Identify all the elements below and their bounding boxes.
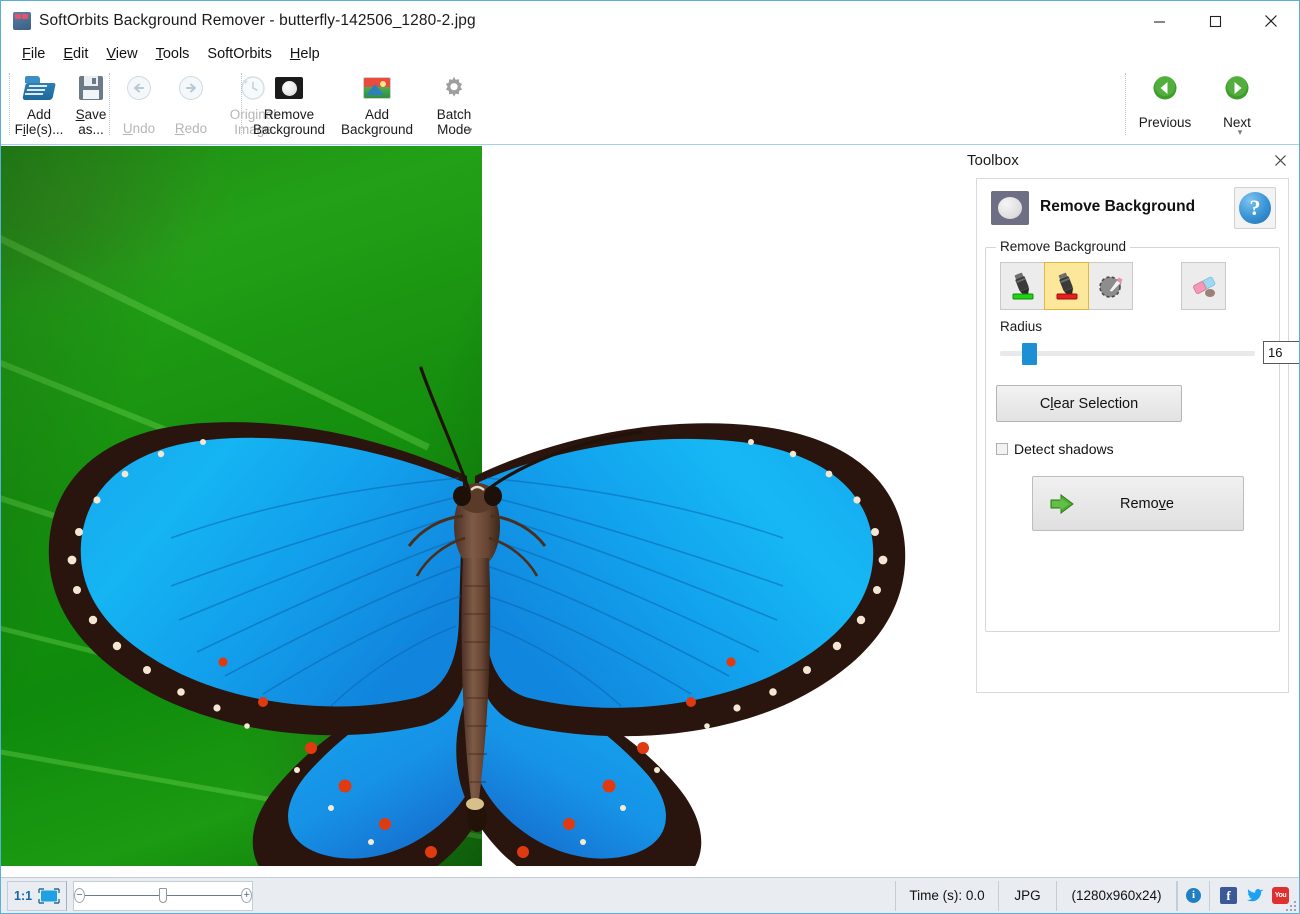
status-format: JPG [999,881,1057,911]
application-window: SoftOrbits Background Remover - butterfl… [0,0,1300,914]
toolbox-header-title: Remove Background [1040,198,1195,216]
add-files-line2: File(s)... [15,122,64,137]
group-legend: Remove Background [996,239,1130,254]
undo-label: Undo [123,121,155,136]
toolbox-title: Toolbox [967,152,1019,169]
zoom-ratio-group: 1:1 [7,881,67,911]
menu-item-tools[interactable]: Tools [147,44,199,64]
save-as-line1: Save [76,107,107,122]
remove-background-line1: Remove [264,107,314,122]
status-bar: 1:1 − + Time (s): 0.0 JPG (1280x960x24) [1,877,1299,913]
fit-to-window-icon[interactable] [38,888,60,904]
clear-selection-button[interactable]: Clear Selection [996,385,1182,422]
toolbox-panel: Toolbox Remove Background ? Remove Backg… [964,146,1299,879]
tool-eraser[interactable] [1181,262,1226,310]
radius-slider-track[interactable] [1000,351,1255,356]
radius-slider-thumb[interactable] [1022,343,1037,365]
maximize-button[interactable] [1187,1,1243,41]
minimize-button[interactable] [1131,1,1187,41]
info-icon[interactable]: i [1177,881,1209,911]
remove-bg-icon [275,73,303,103]
batch-mode-line1: Batch [437,107,472,122]
radius-input[interactable]: 16 [1263,341,1300,364]
zoom-slider[interactable]: − + [73,881,253,911]
remove-button[interactable]: Remove [1032,476,1244,531]
ribbon-toolbar: Add File(s)... Save as... [1,67,1299,145]
remove-background-line2: Background [253,122,325,137]
image-preview [1,146,963,866]
tool-green-marker[interactable] [1000,262,1045,310]
undo-button[interactable]: Undo [113,67,165,141]
nav-group-expander[interactable]: ▾ [1233,125,1247,139]
zoom-ratio-label[interactable]: 1:1 [14,889,32,903]
menu-item-view[interactable]: View [97,44,146,64]
open-folder-icon [24,73,54,103]
add-files-button[interactable]: Add File(s)... [13,67,65,141]
add-background-line2: Background [341,122,413,137]
add-background-button[interactable]: Add Background [333,67,421,141]
app-logo-icon [13,12,31,30]
menu-item-edit[interactable]: Edit [54,44,97,64]
zoom-slider-handle[interactable] [159,888,167,903]
butterfly-subject [1,146,963,866]
status-time: Time (s): 0.0 [895,881,999,911]
close-button[interactable] [1243,1,1299,41]
menu-item-softorbits[interactable]: SoftOrbits [198,44,280,64]
image-canvas[interactable] [1,146,963,879]
menu-item-help[interactable]: Help [281,44,329,64]
detect-shadows-label: Detect shadows [1014,441,1114,457]
remove-bg-thumbnail-icon [991,191,1029,225]
clear-selection-label: Clear Selection [1040,396,1138,412]
undo-arrow-icon [126,73,152,103]
status-dimensions: (1280x960x24) [1057,881,1177,911]
toolbox-header: Remove Background ? [977,179,1288,237]
tool-magic-wand[interactable] [1088,262,1133,310]
add-bg-photo-icon [363,73,391,103]
redo-arrow-icon [178,73,204,103]
red-marker-icon [1052,270,1082,302]
zoom-out-icon[interactable]: − [74,888,85,903]
menu-bar: FFileile Edit View Tools SoftOrbits Help [1,41,1299,67]
toolbox-title-bar: Toolbox [965,146,1300,174]
title-bar: SoftOrbits Background Remover - butterfl… [1,1,1299,41]
previous-button[interactable]: Previous [1129,67,1201,141]
remove-background-button[interactable]: Remove Background [245,67,333,141]
tool-red-marker[interactable] [1044,262,1089,310]
eraser-icon [1189,272,1219,300]
zoom-in-icon[interactable]: + [241,888,252,903]
radius-label: Radius [1000,319,1042,334]
green-left-arrow-icon [1152,73,1178,103]
add-background-line1: Add [365,107,389,122]
remove-background-group: Remove Background [985,247,1280,632]
facebook-icon[interactable]: f [1220,887,1237,904]
detect-shadows-checkbox[interactable]: Detect shadows [996,441,1114,457]
green-marker-icon [1008,270,1038,302]
floppy-save-icon [79,73,103,103]
detect-shadows-box[interactable] [996,443,1008,455]
redo-label: Redo [175,121,207,136]
window-controls [1131,1,1299,41]
gear-icon [441,73,467,103]
menu-item-file[interactable]: FFileile [13,44,54,64]
magic-wand-icon [1096,271,1126,301]
twitter-icon[interactable] [1246,887,1263,904]
ribbon-group-expander[interactable]: ▾ [463,123,477,137]
window-title: SoftOrbits Background Remover - butterfl… [39,12,476,30]
redo-button[interactable]: Redo [165,67,217,141]
toolbox-close-icon[interactable] [1270,150,1290,170]
save-as-line2: as... [78,122,104,137]
add-files-line1: Add [27,107,51,122]
remove-button-label: Remove [1075,496,1219,512]
radius-slider[interactable] [1000,343,1255,363]
tool-buttons-row [1000,262,1225,310]
batch-mode-button[interactable]: Batch Mode [421,67,487,141]
previous-label: Previous [1139,115,1192,130]
toolbox-body: Remove Background ? Remove Background [976,178,1289,693]
resize-grip[interactable] [1285,899,1297,911]
help-question-icon[interactable]: ? [1234,187,1276,229]
green-right-arrow-icon [1224,73,1250,103]
green-go-arrow-icon [1049,493,1075,515]
